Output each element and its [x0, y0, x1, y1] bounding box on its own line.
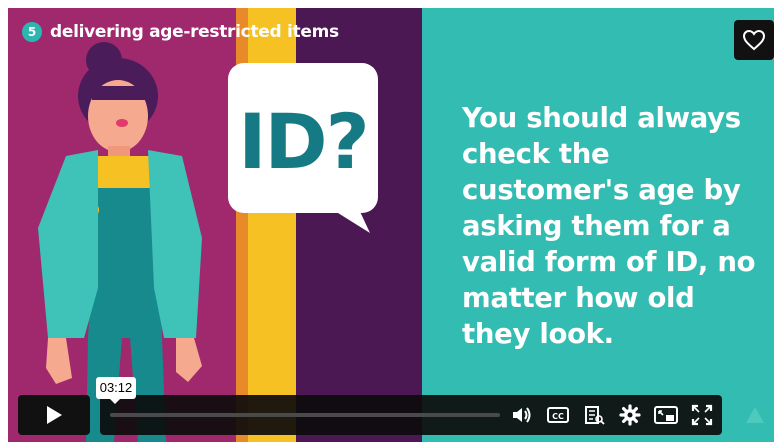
picture-in-picture-button[interactable] [654, 403, 678, 427]
episode-title: 5 delivering age-restricted items [22, 22, 339, 42]
volume-button[interactable] [510, 403, 534, 427]
speech-bubble: ID? [228, 63, 378, 238]
captions-button[interactable]: CC [546, 403, 570, 427]
episode-title-text: delivering age-restricted items [50, 22, 339, 42]
like-button[interactable] [734, 20, 774, 60]
settings-icon [619, 404, 641, 426]
transcript-icon [585, 406, 605, 425]
player-controls: CC [18, 395, 722, 435]
control-bar: CC [100, 395, 722, 435]
hover-time-tooltip: 03:12 [96, 377, 136, 404]
progress-track[interactable] [110, 413, 500, 417]
episode-number-badge: 5 [22, 22, 42, 42]
speech-bubble-text: ID? [238, 97, 369, 186]
transcript-button[interactable] [582, 403, 606, 427]
heart-icon [742, 29, 766, 51]
svg-text:CC: CC [552, 412, 564, 421]
settings-button[interactable] [618, 403, 642, 427]
play-icon [47, 406, 62, 424]
captions-icon: CC [547, 407, 569, 423]
message-text: You should always check the customer's a… [462, 102, 756, 350]
fullscreen-icon [691, 404, 713, 426]
watermark-logo [742, 403, 768, 434]
play-button[interactable] [18, 395, 90, 435]
volume-icon [513, 407, 531, 423]
picture-in-picture-icon [654, 406, 678, 424]
fullscreen-button[interactable] [690, 403, 714, 427]
